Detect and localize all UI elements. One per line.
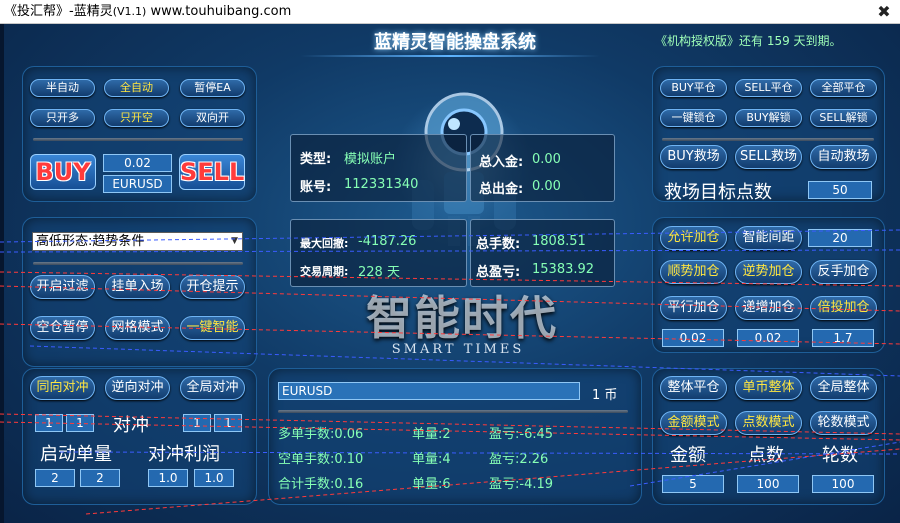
main-panel: 蓝精灵智能操盘系统 《机构授权版》还有 159 天到期。 半自动 全自动 暂停E… xyxy=(0,24,900,523)
close-icon[interactable]: ✖ xyxy=(874,0,894,24)
window-title-bar: 《投汇帮》-蓝精灵(V1.1) www.touhuibang.com ✖ xyxy=(0,0,900,24)
window-version: (V1.1) xyxy=(112,5,147,18)
window-url: www.touhuibang.com xyxy=(150,4,292,19)
trendline-overlay xyxy=(0,229,900,515)
window-title: 《投汇帮》-蓝精灵 xyxy=(4,4,113,19)
